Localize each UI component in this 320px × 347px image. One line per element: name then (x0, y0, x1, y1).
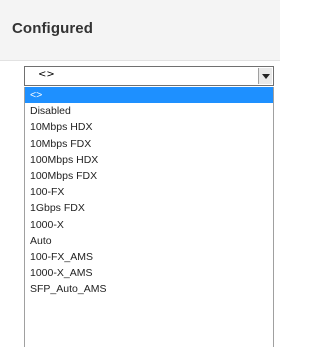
dropdown-toggle-button[interactable] (258, 68, 272, 84)
dropdown-option[interactable]: 1Gbps FDX (25, 200, 273, 216)
column-header-title: Configured (12, 20, 93, 37)
select-current-value: <> (38, 69, 55, 80)
dropdown-option[interactable]: 1000-X_AMS (25, 265, 273, 281)
dropdown-option[interactable]: 100-FX (25, 184, 273, 200)
dropdown-option[interactable]: 100Mbps HDX (25, 152, 273, 168)
dropdown-option[interactable]: <> (25, 87, 273, 104)
dropdown-option[interactable]: 100-FX_AMS (25, 249, 273, 265)
column-header: Configured (0, 0, 280, 61)
dropdown-option[interactable]: 10Mbps HDX (25, 119, 273, 135)
configured-select[interactable]: <> (24, 66, 274, 86)
dropdown-list: <> Disabled 10Mbps HDX 10Mbps FDX 100Mbp… (24, 87, 274, 347)
dropdown-option[interactable]: 10Mbps FDX (25, 136, 273, 152)
dropdown-option[interactable]: 100Mbps FDX (25, 168, 273, 184)
dropdown-option[interactable]: Disabled (25, 103, 273, 119)
chevron-down-icon (262, 74, 270, 79)
dropdown-option[interactable]: 1000-X (25, 217, 273, 233)
dropdown-option[interactable]: SFP_Auto_AMS (25, 281, 273, 297)
dropdown-option[interactable]: Auto (25, 233, 273, 249)
